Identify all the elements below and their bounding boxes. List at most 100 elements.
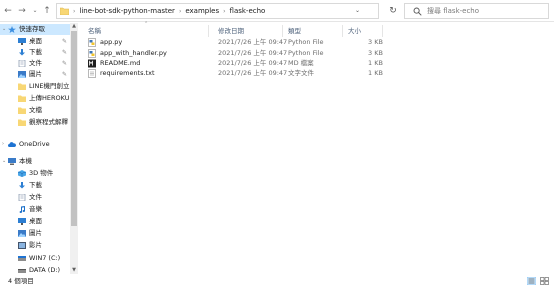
column-header-label: 名稱 (88, 27, 101, 35)
sidebar-item-folder[interactable]: LINE機門創立 (0, 81, 70, 92)
folder-icon (18, 119, 26, 126)
table-row[interactable]: app.py 2021/7/26 上午 09:47 Python File 3 … (82, 37, 383, 47)
sidebar-item-folder[interactable]: 文檔 (0, 105, 70, 116)
desktop-icon (18, 38, 26, 45)
sidebar-item-label: 觀察程式解釋 (29, 118, 68, 126)
sidebar-item-documents[interactable]: 文件 (0, 192, 70, 203)
sidebar-item-label: 音樂 (29, 205, 42, 213)
file-date: 2021/7/26 上午 09:47 (218, 49, 288, 57)
column-header-label: 大小 (348, 27, 361, 35)
column-header-label: 修改日期 (218, 27, 244, 35)
details-view-icon[interactable] (527, 277, 536, 285)
sidebar-item-label: 本機 (19, 157, 32, 165)
file-type: Python File (288, 49, 324, 57)
search-input[interactable]: 搜尋 flask-echo (404, 3, 549, 19)
chevron-down-icon[interactable]: ⌄ (2, 24, 6, 35)
sidebar-item-label: 上傳HEROKU (29, 94, 70, 102)
sidebar-item-desktop[interactable]: 桌面 (0, 216, 70, 227)
navigation-pane: ⌄ 快速存取 桌面 ✎ 下載 ✎ 文件 ✎ 圖片 ✎ LINE機門創立 上傳HE… (0, 23, 78, 274)
address-dropdown-icon[interactable]: ⌄ (355, 4, 360, 18)
column-header-size[interactable]: 大小 (348, 26, 361, 36)
python-file-icon (88, 38, 96, 47)
table-row[interactable]: README.md 2021/7/26 上午 09:47 MD 檔案 1 KB (82, 58, 383, 68)
file-name: app.py (100, 38, 123, 46)
computer-icon (8, 158, 16, 165)
sidebar-item-pictures[interactable]: 圖片 ✎ (0, 69, 70, 80)
back-arrow-icon[interactable]: ← (2, 4, 14, 18)
sidebar-item-onedrive[interactable]: › OneDrive (0, 139, 70, 150)
pin-icon[interactable]: ✎ (62, 58, 67, 69)
sort-up-icon: ⌃ (144, 21, 149, 27)
chevron-right-icon: › (223, 8, 226, 15)
sidebar-item-label: 快速存取 (19, 25, 45, 33)
column-header-type[interactable]: 類型 (288, 26, 301, 36)
up-arrow-icon[interactable]: ↑ (41, 4, 53, 18)
sidebar-item-downloads[interactable]: 下載 ✎ (0, 47, 70, 58)
folder-icon (60, 7, 69, 15)
refresh-icon[interactable]: ↻ (385, 3, 401, 19)
large-icons-view-icon[interactable] (540, 277, 549, 285)
star-icon (8, 26, 16, 33)
picture-icon (18, 230, 26, 237)
sidebar-item-desktop[interactable]: 桌面 ✎ (0, 36, 70, 47)
file-name: requirements.txt (100, 69, 155, 77)
sidebar-item-label: 下載 (29, 48, 42, 56)
file-name: app_with_handler.py (100, 49, 167, 57)
column-divider[interactable] (342, 25, 343, 37)
folder-icon (18, 95, 26, 102)
file-type: MD 檔案 (288, 59, 314, 67)
column-divider[interactable] (382, 25, 383, 37)
sidebar-item-label: OneDrive (19, 140, 50, 148)
file-date: 2021/7/26 上午 09:47 (218, 69, 288, 77)
sidebar-item-this-pc[interactable]: ⌄ 本機 (0, 156, 70, 167)
picture-icon (18, 71, 26, 78)
sidebar-item-drive-c[interactable]: WIN7 (C:) (0, 253, 70, 264)
sidebar-item-label: 桌面 (29, 37, 42, 45)
pin-icon[interactable]: ✎ (62, 69, 67, 80)
file-type: 文字文件 (288, 69, 314, 77)
address-bar[interactable]: › line-bot-sdk-python-master › examples › fla… (56, 3, 379, 19)
drive-icon (18, 256, 26, 261)
sidebar-item-quick-access[interactable]: ⌄ 快速存取 (0, 24, 70, 35)
address-row: ← → ⌄ ↑ › line-bot-sdk-python-master › exam… (0, 0, 554, 22)
sidebar-item-3d-objects[interactable]: 3D 物件 (0, 168, 70, 179)
column-divider[interactable] (208, 25, 209, 37)
chevron-right-icon[interactable]: › (2, 139, 4, 150)
folder-icon (18, 107, 26, 114)
file-size: 1 KB (368, 59, 383, 67)
breadcrumb-item[interactable]: line-bot-sdk-python-master (79, 7, 175, 15)
sidebar-item-pictures[interactable]: 圖片 (0, 228, 70, 239)
sidebar-scrollbar[interactable]: ▲ ▼ (70, 23, 78, 274)
scroll-up-icon[interactable]: ▲ (70, 23, 78, 30)
chevron-right-icon: › (178, 8, 182, 15)
sidebar-item-documents[interactable]: 文件 ✎ (0, 58, 70, 69)
column-header-label: 類型 (288, 27, 301, 35)
sidebar-item-downloads[interactable]: 下載 (0, 180, 70, 191)
column-header-date[interactable]: 修改日期 (218, 26, 244, 36)
column-header-name[interactable]: 名稱 (88, 26, 101, 36)
sidebar-item-videos[interactable]: 影片 (0, 240, 70, 251)
table-row[interactable]: app_with_handler.py 2021/7/26 上午 09:47 P… (82, 48, 383, 58)
search-placeholder: 搜尋 flask-echo (427, 7, 480, 15)
status-bar: 4 個項目 (0, 274, 554, 288)
sidebar-item-folder[interactable]: 上傳HEROKU (0, 93, 70, 104)
table-row[interactable]: requirements.txt 2021/7/26 上午 09:47 文字文件… (82, 68, 383, 78)
scroll-down-icon[interactable]: ▼ (70, 267, 78, 274)
forward-arrow-icon[interactable]: → (16, 4, 28, 18)
pin-icon[interactable]: ✎ (62, 36, 67, 47)
download-icon (19, 182, 25, 189)
pin-icon[interactable]: ✎ (62, 47, 67, 58)
sidebar-item-music[interactable]: 音樂 (0, 204, 70, 215)
breadcrumb: › line-bot-sdk-python-master › examples › fla… (73, 4, 265, 18)
chevron-down-icon[interactable]: ⌄ (2, 156, 6, 167)
sidebar-item-folder[interactable]: 觀察程式解釋 (0, 117, 70, 128)
scrollbar-thumb[interactable] (71, 31, 77, 226)
document-icon (18, 60, 26, 67)
column-divider[interactable] (282, 25, 283, 37)
breadcrumb-item[interactable]: flask-echo (230, 7, 266, 15)
recent-chevron-icon[interactable]: ⌄ (29, 4, 41, 18)
sidebar-item-drive-d[interactable]: DATA (D:) (0, 265, 70, 274)
text-file-icon (88, 69, 96, 78)
file-name: README.md (100, 59, 141, 67)
breadcrumb-item[interactable]: examples (185, 7, 219, 15)
